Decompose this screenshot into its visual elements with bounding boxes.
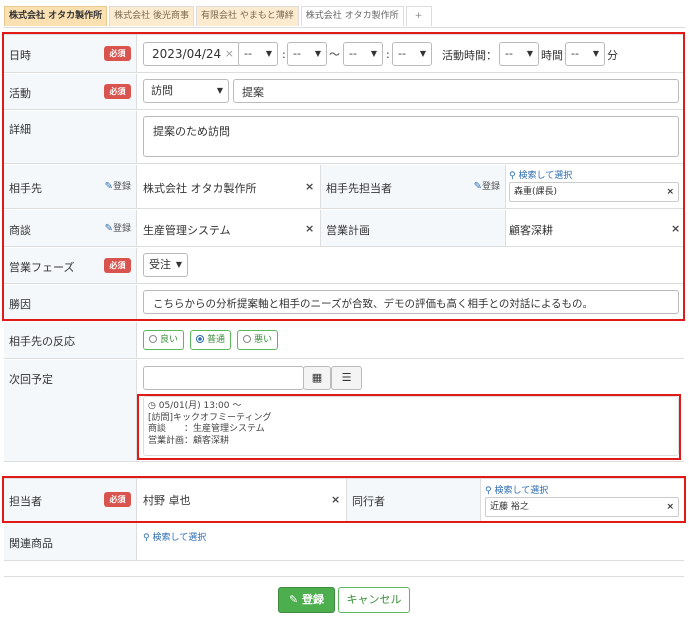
label-cell: 次回予定	[4, 360, 137, 461]
reaction-bad-radio[interactable]: 悪い	[237, 330, 279, 350]
radio-icon	[149, 335, 157, 343]
search-icon: ⚲	[143, 533, 150, 543]
row-related-products: 関連商品 ⚲ 検索して選択	[4, 523, 684, 561]
related-products-label: 関連商品	[9, 537, 53, 550]
reaction-normal-radio[interactable]: 普通	[190, 330, 232, 350]
label-cell: 関連商品	[4, 523, 137, 560]
related-products-search-link[interactable]: ⚲ 検索して選択	[143, 530, 206, 543]
next-plan-input[interactable]	[143, 366, 304, 390]
list-icon[interactable]: ☰	[331, 366, 362, 390]
submit-label: 登録	[302, 593, 325, 606]
next-plan-label: 次回予定	[9, 373, 53, 386]
highlight-box-main	[2, 32, 685, 321]
highlight-box-next-plan	[137, 394, 681, 460]
radio-selected-icon	[196, 335, 204, 343]
tab-otaka-active[interactable]: 株式会社 オタカ製作所	[4, 6, 108, 26]
add-tab-button[interactable]: +	[405, 6, 432, 26]
footer-divider	[4, 576, 684, 577]
submit-button[interactable]: ✎ 登録	[278, 587, 335, 613]
radio-icon	[243, 335, 251, 343]
tab-otaka[interactable]: 株式会社 オタカ製作所	[300, 6, 404, 26]
reaction-normal-label: 普通	[207, 335, 226, 345]
highlight-box-owner	[2, 476, 686, 523]
tab-divider	[4, 27, 685, 28]
edit-icon: ✎	[288, 593, 299, 606]
row-reaction: 相手先の反応 良い 普通 悪い	[4, 322, 684, 359]
reaction-label: 相手先の反応	[9, 335, 75, 348]
reaction-good-label: 良い	[160, 335, 179, 345]
search-select-label: 検索して選択	[152, 533, 207, 543]
reaction-bad-label: 悪い	[254, 335, 273, 345]
cancel-button[interactable]: キャンセル	[338, 587, 410, 613]
tab-yamamoto[interactable]: 有限会社 やまもと薄絆	[196, 6, 299, 26]
label-cell: 相手先の反応	[4, 322, 137, 358]
tab-goko[interactable]: 株式会社 後光商事	[109, 6, 195, 26]
reaction-good-radio[interactable]: 良い	[143, 330, 185, 350]
calendar-icon[interactable]: ▦	[303, 366, 331, 390]
tab-bar: 株式会社 オタカ製作所 株式会社 後光商事 有限会社 やまもと薄絆 株式会社 オ…	[4, 6, 434, 28]
